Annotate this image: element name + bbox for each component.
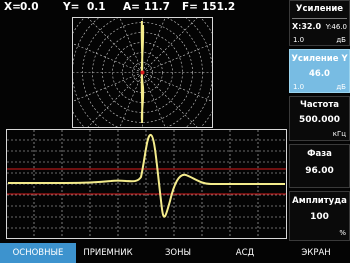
trace-origin-marker	[140, 70, 145, 75]
phase-title: Фаза	[307, 149, 332, 159]
menu-item-screen[interactable]: ЭКРАН	[286, 243, 346, 263]
a-readout-label: A=	[123, 1, 140, 13]
f-readout-label: F=	[182, 1, 198, 13]
polar-spoke	[142, 43, 212, 73]
menu-item-zones[interactable]: ЗОНЫ	[150, 243, 206, 263]
phase-panel[interactable]: Фаза 96.00	[289, 144, 350, 188]
gain-y-step: 1.0	[293, 83, 305, 91]
complex-plane-display[interactable]	[72, 17, 213, 128]
menu-item-receiver[interactable]: ПРИЕМНИК	[78, 243, 138, 263]
menu-item-asd[interactable]: АСД	[220, 243, 270, 263]
gain-title: Усиление	[295, 4, 344, 14]
gain-y-title: Усиление Y	[291, 54, 348, 64]
y-readout-value: 0.1	[87, 1, 106, 13]
amplitude-unit: %	[339, 229, 346, 237]
gain-x-value: X:32.0	[292, 22, 322, 31]
frequency-title: Частота	[299, 100, 340, 110]
polar-spoke	[142, 72, 198, 127]
gain-y-panel[interactable]: Усиление Y 46.0 1.0 дБ	[289, 49, 350, 93]
y-readout-label: Y=	[63, 1, 80, 13]
gain-y-value: 46.0	[309, 69, 330, 79]
phase-value: 96.00	[305, 166, 334, 176]
polar-spoke	[87, 18, 143, 73]
gain-step: 1.0	[293, 36, 305, 44]
gain-y-unit: дБ	[336, 83, 346, 91]
x-readout-label: X=	[4, 1, 21, 13]
amplitude-panel[interactable]: Амплитуда 100 %	[289, 191, 350, 241]
f-readout-value: 151.2	[202, 1, 236, 13]
gain-y-value: Y:46.0	[325, 23, 347, 31]
signal-trace	[8, 133, 285, 218]
menu-item-main[interactable]: ОСНОВНЫЕ	[0, 243, 76, 263]
gain-unit: дБ	[336, 36, 346, 44]
gain-panel[interactable]: Усиление X:32.0 Y:46.0 1.0 дБ	[289, 0, 350, 46]
frequency-panel[interactable]: Частота 500.000 кГц	[289, 96, 350, 141]
x-readout-value: 0.0	[20, 1, 39, 13]
amplitude-value: 100	[310, 212, 329, 222]
frequency-unit: кГц	[332, 130, 346, 138]
sweep-display[interactable]	[6, 129, 287, 239]
gain-divider	[292, 18, 347, 19]
amplitude-title: Амплитуда	[292, 196, 347, 206]
a-readout-value: 11.7	[144, 1, 170, 13]
polar-spoke	[142, 18, 198, 73]
readout-bar: X= 0.0 Y= 0.1 A= 11.7 F= 151.2	[0, 0, 290, 16]
bottom-menu: ОСНОВНЫЕ ПРИЕМНИК ЗОНЫ АСД ЭКРАН	[0, 243, 350, 263]
frequency-value: 500.000	[299, 115, 340, 125]
polar-spoke	[87, 72, 143, 127]
